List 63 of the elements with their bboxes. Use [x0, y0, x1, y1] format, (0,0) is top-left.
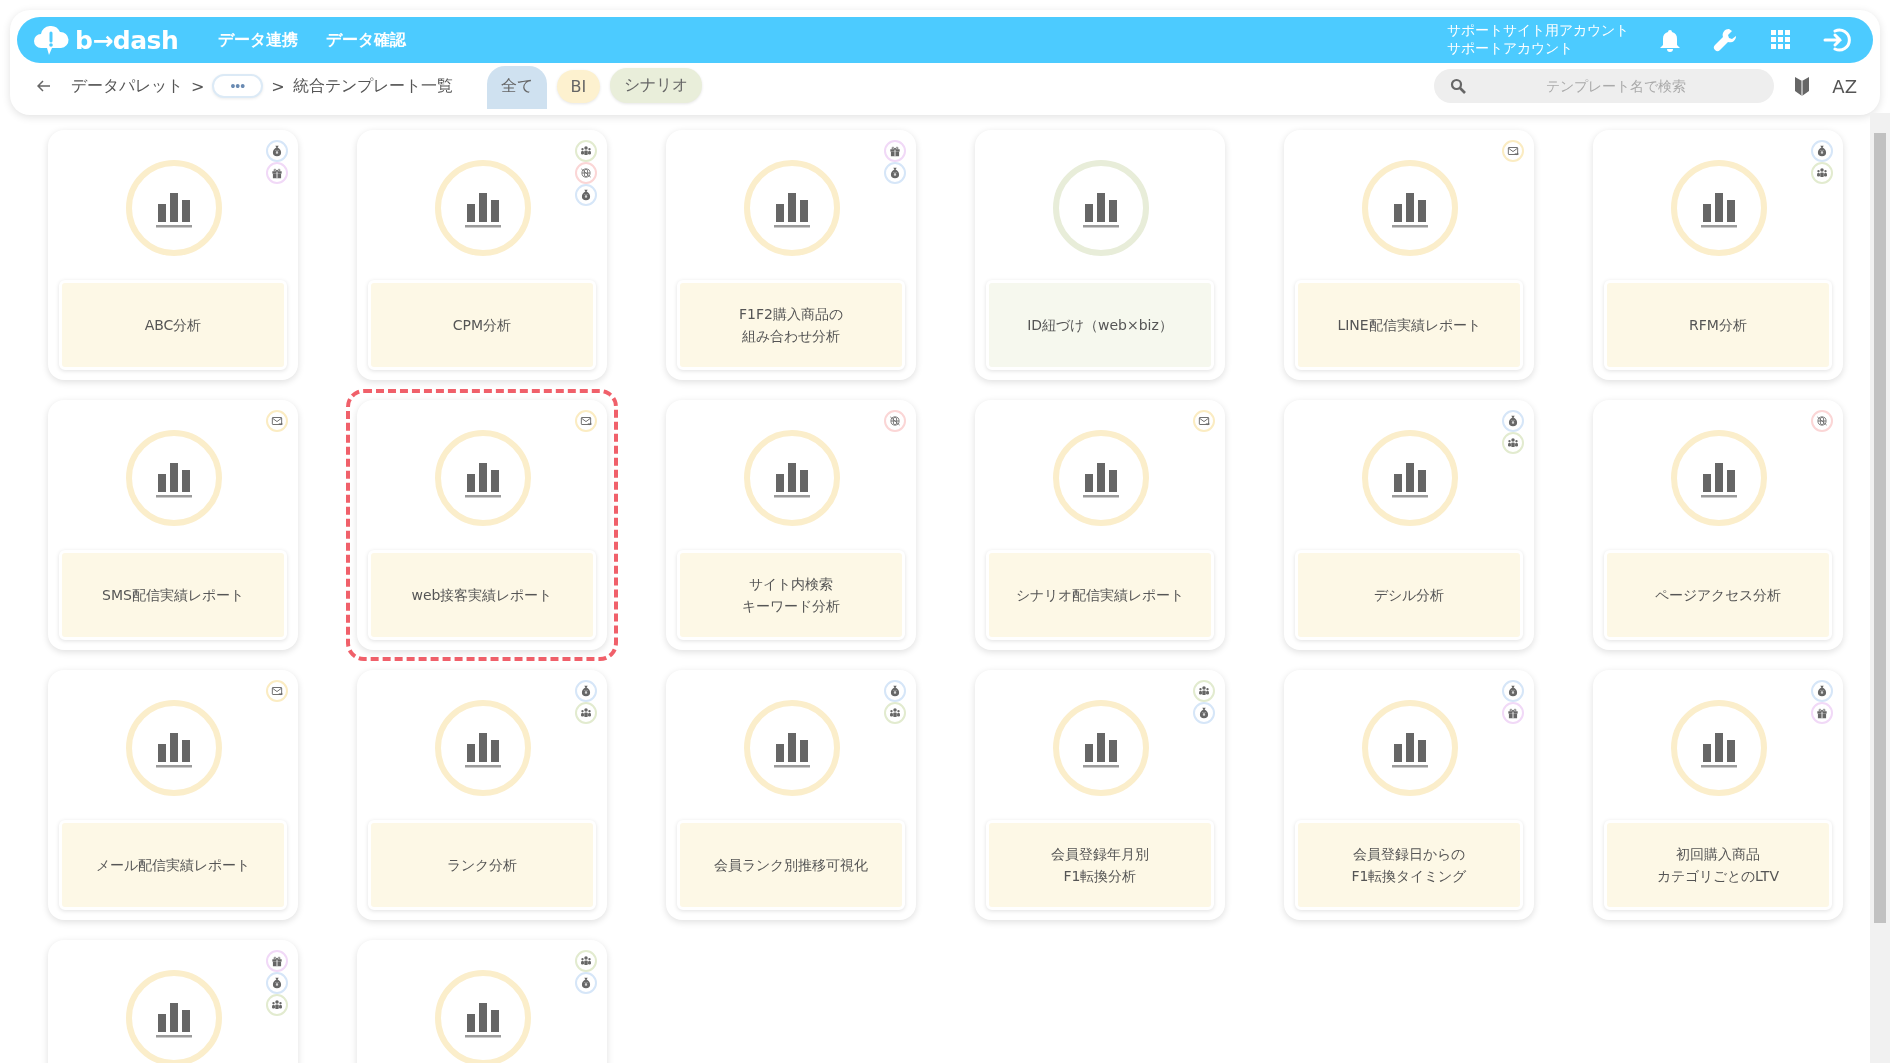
card-title: F1F2購入商品の [739, 304, 843, 324]
scrollbar-thumb[interactable] [1874, 133, 1886, 923]
settings-icon[interactable] [1713, 27, 1739, 53]
template-card[interactable]: F1F2購入商品の 組み合わせ分析 [666, 130, 916, 380]
card-title: デシル分析 [1374, 585, 1444, 605]
filter-tab[interactable]: 全て [486, 66, 547, 109]
card-title: 会員登録年月別 [1051, 844, 1149, 864]
card-title: F1転換分析 [1062, 867, 1138, 886]
template-card[interactable]: LINE配信実績レポート [1284, 130, 1534, 380]
card-title: キーワード分析 [742, 597, 840, 616]
card-title: 組み合わせ分析 [741, 327, 841, 346]
apps-grid-icon[interactable] [1771, 30, 1791, 50]
account-name: サポートサイト用アカウント [1447, 22, 1629, 40]
template-card[interactable]: 会員登録年月別 F1転換分析 [975, 670, 1225, 920]
card-title: CPM分析 [452, 315, 512, 335]
template-card[interactable]: web接客実績レポート [357, 400, 607, 650]
filter-tab[interactable]: BI [556, 70, 601, 103]
template-card[interactable]: 初回購入商品 カテゴリごとのLTV [1593, 670, 1843, 920]
card-title: メール配信実績レポート [96, 855, 250, 875]
more-button[interactable]: ••• [212, 74, 264, 98]
search-field[interactable]: テンプレート名で検索 [1434, 69, 1775, 103]
template-card[interactable]: メール配信実績レポート [48, 670, 298, 920]
card-title: サイト内検索 [748, 574, 834, 594]
back-arrow-icon[interactable] [37, 80, 51, 92]
bell-icon[interactable] [1659, 28, 1681, 52]
card-title: 会員登録日からの [1352, 844, 1466, 864]
card-title: ABC分析 [144, 315, 202, 335]
template-card[interactable]: ABC分析 [48, 130, 298, 380]
template-card[interactable]: ページアクセス分析 [1593, 400, 1843, 650]
breadcrumb-separator: > [191, 76, 205, 96]
template-card[interactable]: 会員ランク別推移可視化 [666, 670, 916, 920]
template-card[interactable]: ID紐づけ（web×biz） [975, 130, 1225, 380]
card-title: RFM分析 [1689, 315, 1747, 335]
template-card[interactable]: 会員登録日からの F1転換タイミング [1284, 670, 1534, 920]
card-title: LINE配信実績レポート [1337, 315, 1481, 335]
search-icon [1450, 78, 1467, 94]
card-title: 初回購入商品 [1675, 844, 1761, 864]
card-title: 会員ランク別推移可視化 [714, 855, 868, 875]
breadcrumb-separator: > [271, 76, 285, 96]
card-title: SMS配信実績レポート [102, 585, 244, 605]
breadcrumb-link[interactable]: データパレット [71, 75, 183, 97]
card-title: web接客実績レポート [411, 585, 553, 605]
template-card[interactable]: RFM分析 [1593, 130, 1843, 380]
card-title: ページアクセス分析 [1655, 585, 1781, 605]
breadcrumb-current: 統合テンプレート一覧 [292, 75, 453, 97]
card-title: ランク分析 [447, 855, 517, 875]
logout-icon[interactable] [1823, 27, 1853, 53]
template-card[interactable]: デシル分析 [1284, 400, 1534, 650]
template-card[interactable]: SMS配信実績レポート [48, 400, 298, 650]
cloud-logo-icon [33, 24, 69, 56]
scrollbar[interactable] [1870, 113, 1890, 1063]
template-card[interactable]: サイト内検索 キーワード分析 [666, 400, 916, 650]
template-card[interactable]: シナリオ配信実績レポート [975, 400, 1225, 650]
template-card[interactable]: ランク分析 [357, 670, 607, 920]
filter-tab[interactable]: シナリオ [610, 68, 703, 103]
shield-icon[interactable] [1794, 75, 1811, 97]
sort-button[interactable]: AZ [1832, 75, 1857, 97]
template-card[interactable]: CPM分析 [357, 130, 607, 380]
account-name: サポートアカウント [1447, 40, 1574, 58]
card-title: F1転換タイミング [1351, 867, 1467, 886]
card-title: カテゴリごとのLTV [1657, 867, 1779, 886]
card-title: ID紐づけ（web×biz） [1027, 315, 1173, 335]
card-title: シナリオ配信実績レポート [1016, 585, 1184, 605]
